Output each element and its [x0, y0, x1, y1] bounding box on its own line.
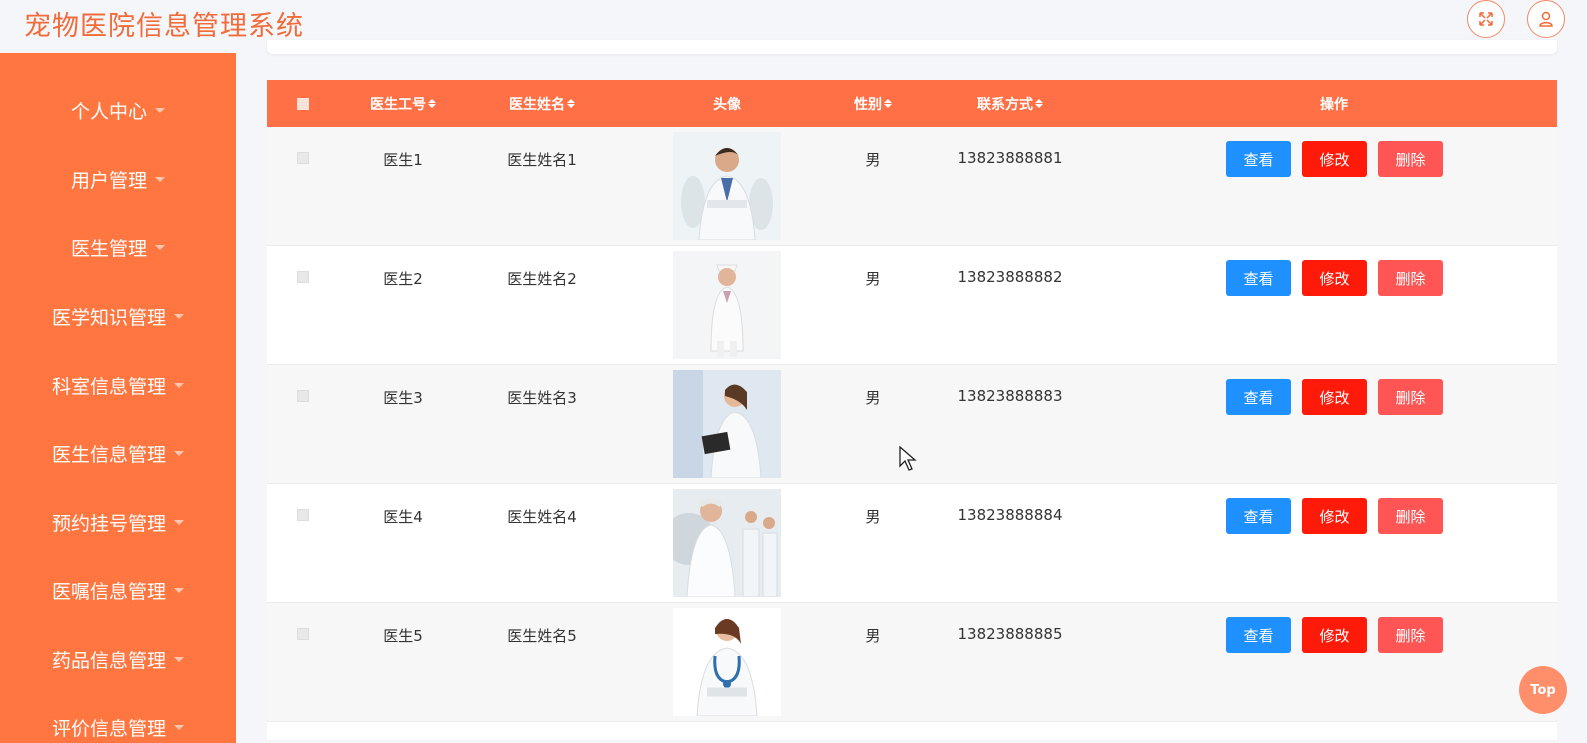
sidebar-item-doctor-management[interactable]: 医生管理 — [0, 227, 236, 267]
mouse-cursor-icon — [899, 445, 917, 476]
column-header-id[interactable]: 医生工号 — [353, 80, 453, 127]
app-title: 宠物医院信息管理系统 — [24, 11, 304, 42]
sort-icon[interactable] — [428, 99, 436, 108]
doctor-gender: 男 — [865, 389, 881, 407]
chevron-down-icon — [174, 382, 184, 388]
sidebar-item-review-info[interactable]: 评价信息管理 — [0, 707, 236, 743]
row-checkbox[interactable] — [297, 390, 309, 402]
view-button[interactable]: 查看 — [1226, 617, 1291, 653]
doctor-phone: 13823888885 — [957, 625, 1063, 643]
sidebar-item-label: 医学知识管理 — [51, 306, 166, 329]
chevron-down-icon — [155, 244, 165, 250]
doctor-gender: 男 — [865, 151, 881, 169]
column-header-gender[interactable]: 性别 — [823, 80, 923, 127]
doctor-name: 医生姓名1 — [507, 151, 577, 169]
sidebar-item-medical-orders[interactable]: 医嘱信息管理 — [0, 570, 236, 610]
chevron-down-icon — [155, 176, 165, 182]
user-icon[interactable] — [1527, 0, 1565, 38]
edit-button[interactable]: 修改 — [1302, 141, 1367, 177]
sidebar-item-doctor-info[interactable]: 医生信息管理 — [0, 433, 236, 473]
column-header-avatar: 头像 — [713, 96, 741, 113]
doctor-avatar — [673, 370, 781, 478]
doctor-avatar — [673, 489, 781, 597]
sidebar-item-label: 科室信息管理 — [51, 375, 166, 398]
chevron-down-icon — [174, 724, 184, 730]
sidebar-item-label: 个人中心 — [70, 100, 147, 123]
sidebar-item-medical-knowledge[interactable]: 医学知识管理 — [0, 296, 236, 336]
sidebar-item-user-management[interactable]: 用户管理 — [0, 159, 236, 199]
doctor-gender: 男 — [865, 627, 881, 645]
table-row: 医生5 医生姓名5 男 13823888885 查看 修改 删除 — [267, 603, 1557, 722]
doctor-avatar — [673, 608, 781, 716]
sort-icon[interactable] — [1035, 99, 1043, 108]
row-checkbox[interactable] — [297, 509, 309, 521]
select-all-checkbox[interactable] — [285, 80, 321, 127]
sort-icon[interactable] — [884, 99, 892, 108]
doctor-phone: 13823888882 — [957, 268, 1063, 286]
doctor-id: 医生5 — [383, 627, 423, 645]
doctor-table: 医生工号 医生姓名 头像 性别 联系方式 操作 医生1 医生姓名1 男 1382… — [267, 80, 1557, 740]
column-header-actions: 操作 — [1320, 96, 1348, 113]
view-button[interactable]: 查看 — [1226, 141, 1291, 177]
doctor-avatar — [673, 251, 781, 359]
doctor-id: 医生2 — [383, 270, 423, 288]
sidebar-item-appointment[interactable]: 预约挂号管理 — [0, 502, 236, 542]
delete-button[interactable]: 删除 — [1378, 498, 1443, 534]
chevron-down-icon — [174, 519, 184, 525]
doctor-id: 医生1 — [383, 151, 423, 169]
sidebar-item-medicine-info[interactable]: 药品信息管理 — [0, 639, 236, 679]
chevron-down-icon — [174, 587, 184, 593]
back-to-top-button[interactable]: Top — [1519, 666, 1567, 714]
table-row: 医生2 医生姓名2 男 13823888882 查看 修改 删除 — [267, 246, 1557, 365]
sidebar-item-label: 预约挂号管理 — [51, 512, 166, 535]
delete-button[interactable]: 删除 — [1378, 379, 1443, 415]
sidebar-item-label: 药品信息管理 — [51, 649, 166, 672]
column-header-phone[interactable]: 联系方式 — [960, 80, 1060, 127]
view-button[interactable]: 查看 — [1226, 498, 1291, 534]
row-checkbox[interactable] — [297, 628, 309, 640]
table-row: 医生4 医生姓名4 男 13823888884 查看 修改 删除 — [267, 484, 1557, 603]
doctor-avatar — [673, 132, 781, 240]
row-checkbox[interactable] — [297, 152, 309, 164]
view-button[interactable]: 查看 — [1226, 260, 1291, 296]
row-checkbox[interactable] — [297, 271, 309, 283]
sidebar-item-label: 医生管理 — [70, 237, 147, 260]
doctor-id: 医生4 — [383, 508, 423, 526]
sidebar-item-personal-center[interactable]: 个人中心 — [0, 90, 236, 130]
sort-icon[interactable] — [567, 99, 575, 108]
edit-button[interactable]: 修改 — [1302, 498, 1367, 534]
sidebar-item-label: 用户管理 — [70, 169, 147, 192]
doctor-name: 医生姓名2 — [507, 270, 577, 288]
sidebar-item-label: 医嘱信息管理 — [51, 580, 166, 603]
doctor-gender: 男 — [865, 508, 881, 526]
column-header-name[interactable]: 医生姓名 — [492, 80, 592, 127]
view-button[interactable]: 查看 — [1226, 379, 1291, 415]
sidebar-item-label: 评价信息管理 — [51, 717, 166, 740]
sidebar: 个人中心 用户管理 医生管理 医学知识管理 科室信息管理 医生信息管理 预约挂号… — [0, 53, 236, 743]
table-header: 医生工号 医生姓名 头像 性别 联系方式 操作 — [267, 80, 1557, 127]
doctor-phone: 13823888883 — [957, 387, 1063, 405]
chevron-down-icon — [174, 450, 184, 456]
delete-button[interactable]: 删除 — [1378, 141, 1443, 177]
doctor-gender: 男 — [865, 270, 881, 288]
doctor-name: 医生姓名4 — [507, 508, 577, 526]
table-row: 医生1 医生姓名1 男 13823888881 查看 修改 删除 — [267, 127, 1557, 246]
fullscreen-icon[interactable] — [1467, 0, 1505, 38]
doctor-name: 医生姓名3 — [507, 389, 577, 407]
doctor-phone: 13823888884 — [957, 506, 1063, 524]
doctor-name: 医生姓名5 — [507, 627, 577, 645]
delete-button[interactable]: 删除 — [1378, 617, 1443, 653]
doctor-id: 医生3 — [383, 389, 423, 407]
chevron-down-icon — [155, 107, 165, 113]
delete-button[interactable]: 删除 — [1378, 260, 1443, 296]
search-panel — [267, 40, 1557, 54]
edit-button[interactable]: 修改 — [1302, 260, 1367, 296]
doctor-phone: 13823888881 — [957, 149, 1063, 167]
edit-button[interactable]: 修改 — [1302, 379, 1367, 415]
chevron-down-icon — [174, 656, 184, 662]
edit-button[interactable]: 修改 — [1302, 617, 1367, 653]
sidebar-item-label: 医生信息管理 — [51, 443, 166, 466]
sidebar-item-department-info[interactable]: 科室信息管理 — [0, 365, 236, 405]
chevron-down-icon — [174, 313, 184, 319]
